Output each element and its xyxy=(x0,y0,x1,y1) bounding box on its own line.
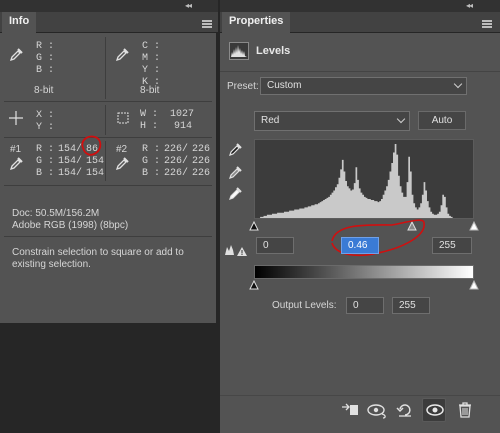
color-sampler-icon xyxy=(116,157,129,170)
channel-dropdown[interactable]: Red xyxy=(254,111,410,131)
divider xyxy=(105,105,106,135)
eyedropper-icon xyxy=(10,48,23,61)
sampler2-after: 226 226 226 xyxy=(192,144,211,179)
color-sampler-icon xyxy=(10,157,23,170)
properties-panel-topbar xyxy=(220,0,500,12)
view-previous-state-icon[interactable] xyxy=(366,401,388,419)
color1-mode: 8-bit xyxy=(34,85,54,96)
divider xyxy=(4,101,212,102)
color1-labels: R : G : B : xyxy=(36,41,55,76)
divider xyxy=(220,71,500,72)
channel-value: Red xyxy=(261,115,280,126)
adjustment-title: Levels xyxy=(256,45,291,57)
eye-icon xyxy=(426,404,444,416)
doc-size: Doc: 50.5M/156.2M xyxy=(12,208,100,219)
divider xyxy=(220,395,500,396)
trash-icon[interactable] xyxy=(457,401,473,419)
visibility-toggle-button[interactable] xyxy=(422,398,446,422)
color2-labels: C : M : Y : K : xyxy=(142,41,161,88)
divider xyxy=(4,137,212,138)
divider xyxy=(105,37,106,99)
collapse-icon[interactable]: ◂◂ xyxy=(466,1,473,10)
sampler2-labels: R : G : B : xyxy=(142,144,161,179)
size-labels: W : H : xyxy=(140,109,159,132)
color2-mode: 8-bit xyxy=(140,85,160,96)
tab-properties[interactable]: Properties xyxy=(222,12,291,33)
tool-hint: Constrain selection to square or add to … xyxy=(12,247,184,270)
annotation-circle xyxy=(81,135,102,156)
panel-menu-icon[interactable] xyxy=(202,20,212,28)
sampler2-before: 226/ 226/ 226/ xyxy=(164,144,189,179)
auto-button[interactable]: Auto xyxy=(418,111,466,130)
preset-label: Preset: xyxy=(227,81,259,92)
output-gradient xyxy=(254,265,474,279)
sampler1-labels: R : G : B : xyxy=(36,144,55,179)
reset-icon[interactable] xyxy=(396,401,414,419)
output-levels-label: Output Levels: xyxy=(272,300,337,311)
white-input-slider xyxy=(469,220,479,231)
crosshair-icon xyxy=(9,111,23,125)
black-input-slider xyxy=(249,220,259,231)
output-slider-track[interactable] xyxy=(248,278,480,290)
size-values: 1027 914 xyxy=(170,109,195,132)
gray-point-eyedropper-icon[interactable] xyxy=(229,165,243,179)
input-gamma-field[interactable]: 0.46 xyxy=(341,237,379,254)
chevron-down-icon xyxy=(453,79,463,89)
color-profile: Adobe RGB (1998) (8bpc) xyxy=(12,220,129,231)
levels-icon xyxy=(229,42,249,60)
panel-menu-icon[interactable] xyxy=(482,20,492,28)
histogram xyxy=(254,139,474,219)
divider xyxy=(4,185,212,186)
white-output-slider xyxy=(469,279,479,290)
selection-size-icon xyxy=(117,112,129,124)
sampler2-id: #2 xyxy=(116,144,128,155)
divider xyxy=(105,141,106,181)
output-white-field[interactable]: 255 xyxy=(392,297,430,314)
chevron-down-icon xyxy=(396,114,406,124)
properties-panel: Levels Preset: Custom Red Auto 0 0.46 25… xyxy=(220,33,500,433)
divider xyxy=(4,236,212,237)
eyedropper-icon xyxy=(116,48,129,61)
black-output-slider xyxy=(249,279,259,290)
info-panel: R : G : B : 8-bit C : M : Y : K : 8-bit … xyxy=(0,33,216,323)
input-white-field[interactable]: 255 xyxy=(432,237,472,254)
input-black-field[interactable]: 0 xyxy=(256,237,294,254)
preset-dropdown[interactable]: Custom xyxy=(260,77,467,95)
white-point-eyedropper-icon[interactable] xyxy=(229,186,243,200)
output-black-field[interactable]: 0 xyxy=(346,297,384,314)
position-labels: X : Y : xyxy=(36,110,55,133)
tab-info[interactable]: Info xyxy=(2,12,37,33)
sampler1-id: #1 xyxy=(10,144,22,155)
clipping-warning-icon[interactable] xyxy=(224,240,248,258)
clip-to-layer-icon[interactable] xyxy=(340,401,360,419)
black-point-eyedropper-icon[interactable] xyxy=(229,142,243,156)
preset-value: Custom xyxy=(267,80,302,91)
collapse-icon[interactable]: ◂◂ xyxy=(185,1,192,10)
